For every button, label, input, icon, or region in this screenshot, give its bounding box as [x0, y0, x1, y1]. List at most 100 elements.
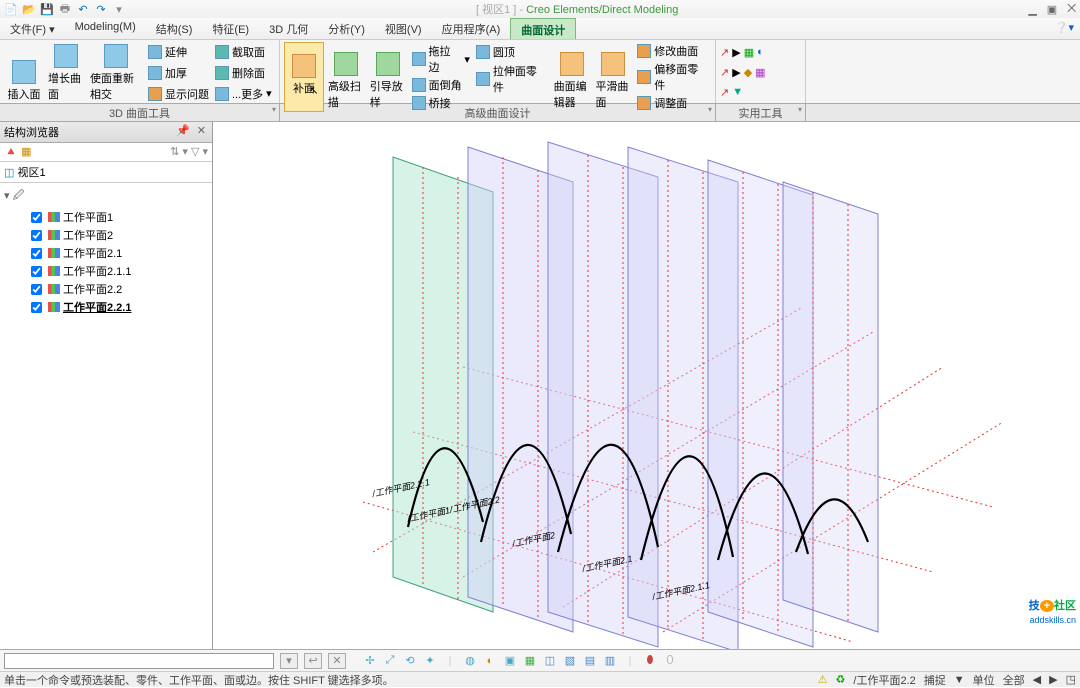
tree-root[interactable]: ▾ 🖉 [4, 187, 208, 206]
tab-file[interactable]: 文件(F) ▾ [0, 18, 65, 39]
tree-icon[interactable]: ▦ [21, 145, 35, 159]
status-all[interactable]: 全部 [1003, 672, 1025, 688]
util-icon[interactable]: ◐ [757, 46, 764, 59]
status-unit[interactable]: 单位 [973, 672, 995, 688]
util-icon[interactable]: ↗ [720, 66, 729, 79]
drag-edge-button[interactable]: 拖拉边 ▾ [410, 42, 472, 76]
smooth-button[interactable]: 平滑曲面 [593, 42, 633, 112]
tab-analysis[interactable]: 分析(Y) [318, 18, 375, 39]
view-tool-icon[interactable]: ⟲ [402, 653, 418, 669]
back-icon[interactable]: ↩ [304, 653, 322, 669]
nav-icon[interactable]: ▶ [1049, 673, 1057, 686]
command-input[interactable] [4, 653, 274, 669]
nav-icon[interactable]: ◳ [1066, 673, 1076, 686]
print-icon[interactable]: 🖶 [58, 2, 72, 16]
display-mode-icon[interactable]: ▣ [502, 653, 518, 669]
toggle-icon[interactable]: ⬮ [642, 653, 658, 669]
display-mode-icon[interactable]: ◫ [542, 653, 558, 669]
adv-sweep-button[interactable]: 高级扫描 [326, 42, 366, 112]
tree-checkbox[interactable] [31, 301, 42, 312]
view-label[interactable]: 视区1 [17, 167, 45, 179]
offset-part-button[interactable]: 偏移面零件 [635, 60, 711, 94]
insert-face-button[interactable]: 插入面 [4, 42, 44, 104]
dropdown-icon[interactable]: ▾ [280, 653, 298, 669]
display-mode-icon[interactable]: ▤ [582, 653, 598, 669]
catch-icon[interactable]: ▼ [954, 674, 965, 686]
tab-structure[interactable]: 结构(S) [146, 18, 203, 39]
status-catch[interactable]: 捕捉 [924, 672, 946, 688]
util-icon[interactable]: ▦ [755, 66, 765, 79]
new-icon[interactable]: 📄 [4, 2, 18, 16]
window-buttons: ▁ ▣ ⨉ [1028, 3, 1076, 16]
view-tool-icon[interactable]: ✢ [362, 653, 378, 669]
undo-icon[interactable]: ↶ [76, 2, 90, 16]
surf-editor-button[interactable]: 曲面编辑器 [552, 42, 592, 112]
help-icon[interactable]: ❔▾ [1049, 18, 1080, 39]
tab-app[interactable]: 应用程序(A) [432, 18, 511, 39]
reintersect-button[interactable]: 使面重新相交 [88, 42, 144, 104]
extend-button[interactable]: 延伸 [146, 43, 211, 61]
extend-surface-button[interactable]: 增长曲面 [46, 42, 86, 104]
tab-modeling[interactable]: Modeling(M) [65, 18, 146, 39]
pin-icon[interactable]: 📌 [176, 125, 192, 137]
refresh-icon[interactable]: ♻ [836, 673, 846, 686]
filter-icon[interactable]: ▽ [191, 146, 199, 158]
sort-icon[interactable]: ⇅ [170, 146, 179, 158]
display-mode-icon[interactable]: ▦ [522, 653, 538, 669]
tree-item[interactable]: 工作平面2.1 [30, 244, 208, 262]
thicken-button[interactable]: 加厚 [146, 64, 211, 82]
util-icon[interactable]: ▶ [732, 46, 740, 59]
dropdown-icon[interactable]: ▾ [112, 2, 126, 16]
patch-button[interactable]: 补面 ↖ [284, 42, 324, 112]
viewport-3d[interactable]: /工作平面2.2.1 /工作平面1/工作平面2.2 /工作平面2 /工作平面2.… [213, 122, 1080, 649]
more-button[interactable]: ...更多 ▾ [213, 85, 274, 103]
view-tool-icon[interactable]: ⤢ [382, 653, 398, 669]
tree-checkbox[interactable] [31, 229, 42, 240]
display-mode-icon[interactable]: ◍ [462, 653, 478, 669]
open-icon[interactable]: 📂 [22, 2, 36, 16]
extract-button[interactable]: 截取面 [213, 43, 274, 61]
util-icon[interactable]: ▶ [732, 66, 740, 79]
tree-checkbox[interactable] [31, 211, 42, 222]
warning-icon[interactable]: ⚠ [818, 673, 828, 686]
tree-item[interactable]: 工作平面2.1.1 [30, 262, 208, 280]
tree-checkbox[interactable] [31, 247, 42, 258]
tree-item[interactable]: 工作平面2 [30, 226, 208, 244]
tree-item[interactable]: 工作平面2.2 [30, 280, 208, 298]
tab-feature[interactable]: 特征(E) [202, 18, 259, 39]
display-mode-icon[interactable]: ◐ [482, 653, 498, 669]
redo-icon[interactable]: ↷ [94, 2, 108, 16]
util-icon[interactable]: ▦ [744, 46, 754, 59]
util-icon[interactable]: ↗ [720, 46, 729, 59]
view-tool-icon[interactable]: ✦ [422, 653, 438, 669]
util-icon[interactable]: ▼ [732, 86, 743, 99]
fillet-button[interactable]: 圆顶 [474, 43, 550, 61]
nav-icon[interactable]: ◀ [1033, 673, 1041, 686]
tree-checkbox[interactable] [31, 283, 42, 294]
minimize-icon[interactable]: ▁ [1028, 3, 1036, 16]
delete-face-button[interactable]: 删除面 [213, 64, 274, 82]
tab-surface[interactable]: 曲面设计 [510, 18, 576, 39]
util-icon[interactable]: ↗ [720, 86, 729, 99]
face-body-button[interactable]: 面倒角 [410, 76, 472, 94]
modify-surf-button[interactable]: 修改曲面 [635, 42, 711, 60]
stretch-part-button[interactable]: 拉伸面零件 [474, 62, 550, 96]
close-panel-icon[interactable]: ✕ [197, 125, 208, 137]
tree-checkbox[interactable] [31, 265, 42, 276]
maximize-icon[interactable]: ▣ [1047, 3, 1057, 16]
tree-item[interactable]: 工作平面1 [30, 208, 208, 226]
cancel-icon[interactable]: ✕ [328, 653, 346, 669]
tree-item-active[interactable]: 工作平面2.2.1 [30, 298, 208, 316]
close-icon[interactable]: ⨉ [1067, 3, 1076, 16]
show-issue-button[interactable]: 显示问题 [146, 85, 211, 103]
display-mode-icon[interactable]: ▧ [562, 653, 578, 669]
guide-loft-button[interactable]: 引导放样 [368, 42, 408, 112]
toggle-icon[interactable]: ⬯ [662, 653, 678, 669]
tree-icon[interactable]: 🔺 [4, 145, 18, 159]
tab-geom[interactable]: 3D 几何 [259, 18, 318, 39]
util-icon[interactable]: ◆ [744, 66, 752, 79]
display-mode-icon[interactable]: ▥ [602, 653, 618, 669]
save-icon[interactable]: 💾 [40, 2, 54, 16]
tab-view[interactable]: 视图(V) [375, 18, 432, 39]
view-icon: ◫ [4, 167, 14, 179]
